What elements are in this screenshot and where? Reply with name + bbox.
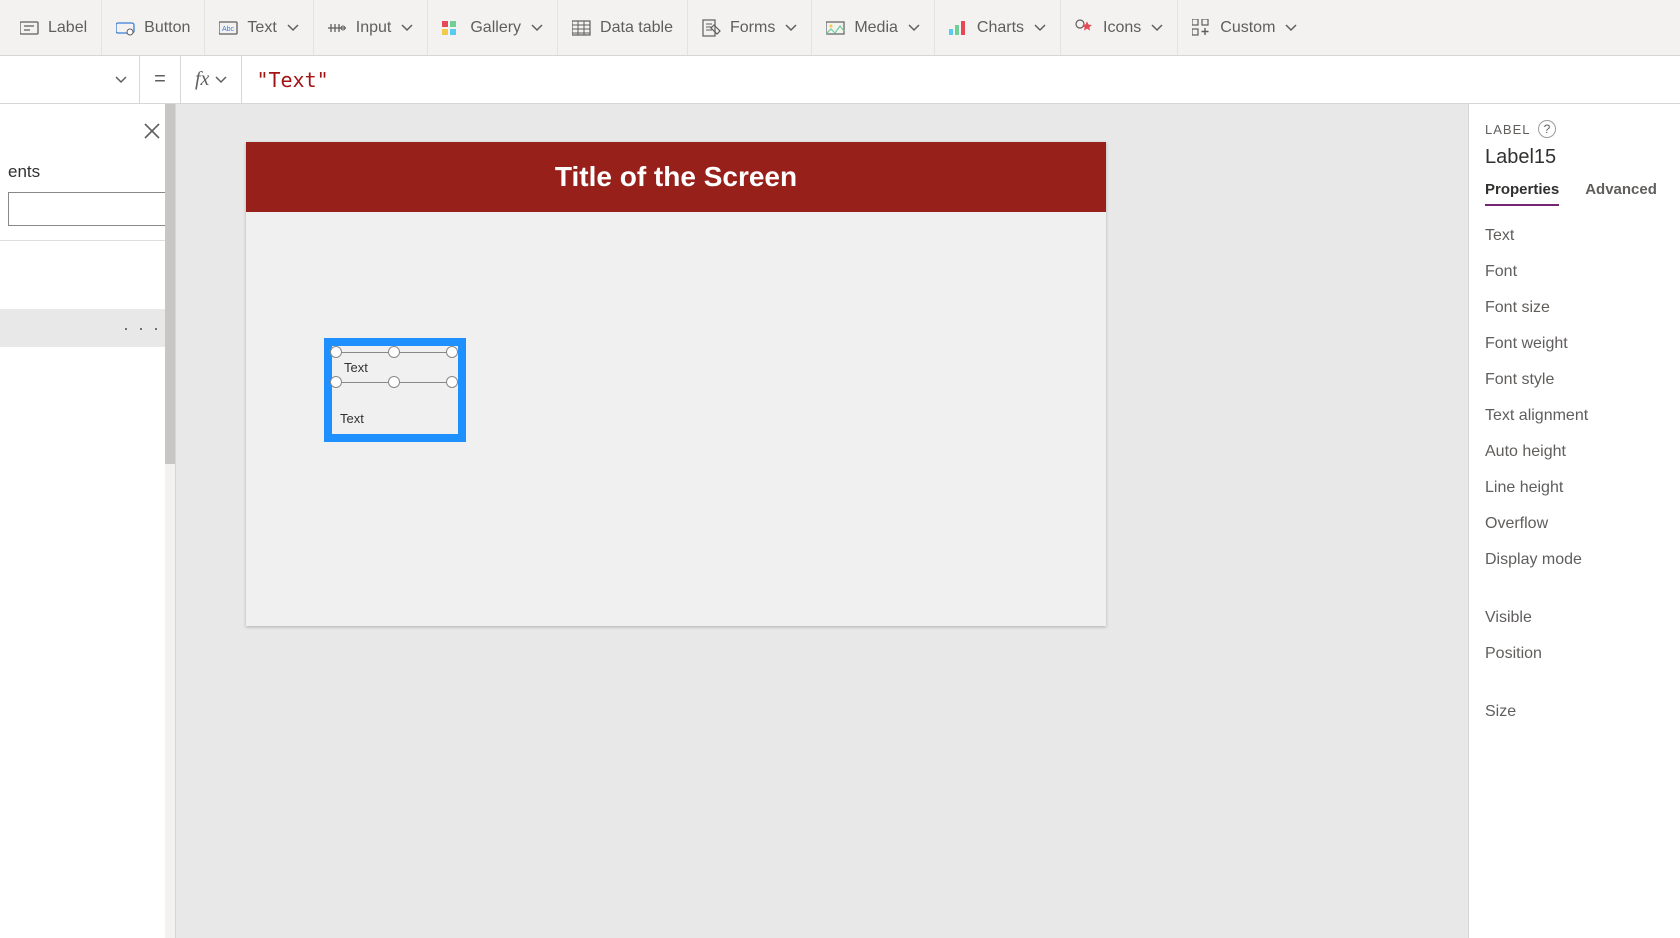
equals-sign: = xyxy=(140,68,180,91)
input-icon xyxy=(328,19,348,37)
icons-icon xyxy=(1075,19,1095,37)
resize-handle-ne[interactable] xyxy=(446,346,458,358)
label-icon xyxy=(20,19,40,37)
tb-label-text: Input xyxy=(356,19,392,37)
chevron-down-icon xyxy=(1034,22,1046,34)
inner-label-text: Text xyxy=(344,360,368,375)
prop-overflow[interactable]: Overflow xyxy=(1485,506,1680,542)
left-panel: ents · · · xyxy=(0,104,176,938)
control-type-row: LABEL ? xyxy=(1485,120,1680,138)
prop-size[interactable]: Size xyxy=(1485,694,1680,730)
insert-toolbar: Label Button Text Input Gallery Data tab… xyxy=(0,0,1680,56)
prop-display-mode[interactable]: Display mode xyxy=(1485,542,1680,578)
close-panel-button[interactable] xyxy=(143,122,161,145)
divider xyxy=(0,240,175,241)
resize-handle-nw[interactable] xyxy=(330,346,342,358)
canvas-area[interactable]: Title of the Screen Text Text xyxy=(176,104,1468,938)
button-icon xyxy=(116,19,136,37)
chevron-down-icon xyxy=(215,74,227,86)
prop-position[interactable]: Position xyxy=(1485,636,1680,672)
left-panel-search[interactable] xyxy=(8,192,167,226)
close-icon xyxy=(143,122,161,140)
chevron-down-icon xyxy=(785,22,797,34)
fx-button[interactable]: fx xyxy=(180,56,242,103)
prop-text-alignment[interactable]: Text alignment xyxy=(1485,398,1680,434)
tab-advanced[interactable]: Advanced xyxy=(1585,181,1657,206)
tb-label-text: Button xyxy=(144,19,190,37)
screen-title[interactable]: Title of the Screen xyxy=(246,142,1106,212)
prop-font-style[interactable]: Font style xyxy=(1485,362,1680,398)
resize-handle-sw[interactable] xyxy=(330,376,342,388)
prop-visible[interactable]: Visible xyxy=(1485,600,1680,636)
outer-label[interactable]: Text xyxy=(340,411,364,426)
tb-label-text: Media xyxy=(854,19,898,37)
toolbar-icons[interactable]: Icons xyxy=(1060,0,1177,55)
more-ellipsis[interactable]: · · · xyxy=(123,318,161,339)
toolbar-gallery[interactable]: Gallery xyxy=(427,0,557,55)
divider xyxy=(1485,672,1680,694)
charts-icon xyxy=(949,19,969,37)
tb-label-text: Text xyxy=(247,19,276,37)
chevron-down-icon xyxy=(531,22,543,34)
tb-label-text: Charts xyxy=(977,19,1024,37)
chevron-down-icon xyxy=(115,74,127,86)
tb-label-text: Icons xyxy=(1103,19,1141,37)
selected-label-control[interactable]: Text Text xyxy=(324,338,466,442)
chevron-down-icon xyxy=(287,22,299,34)
scrollbar-thumb[interactable] xyxy=(165,104,175,464)
control-name[interactable]: Label15 xyxy=(1485,146,1680,169)
tb-label-text: Forms xyxy=(730,19,775,37)
left-scrollbar[interactable] xyxy=(165,104,175,938)
toolbar-custom[interactable]: Custom xyxy=(1177,0,1311,55)
properties-panel: LABEL ? Label15 Properties Advanced Text… xyxy=(1468,104,1680,938)
prop-text[interactable]: Text xyxy=(1485,218,1680,254)
prop-line-height[interactable]: Line height xyxy=(1485,470,1680,506)
left-panel-title: ents xyxy=(0,104,175,192)
tree-selected-item[interactable]: · · · xyxy=(0,309,175,347)
tab-properties[interactable]: Properties xyxy=(1485,181,1559,206)
resize-handle-n[interactable] xyxy=(388,346,400,358)
resize-handle-se[interactable] xyxy=(446,376,458,388)
fx-label: fx xyxy=(195,68,209,91)
datatable-icon xyxy=(572,19,592,37)
gallery-icon xyxy=(442,19,462,37)
tb-label-text: Custom xyxy=(1220,19,1275,37)
forms-icon xyxy=(702,19,722,37)
toolbar-text[interactable]: Text xyxy=(204,0,312,55)
text-icon xyxy=(219,19,239,37)
toolbar-charts[interactable]: Charts xyxy=(934,0,1060,55)
chevron-down-icon xyxy=(1285,22,1297,34)
property-selector[interactable] xyxy=(0,56,140,103)
help-icon[interactable]: ? xyxy=(1538,120,1556,138)
formula-input[interactable]: "Text" xyxy=(242,68,1680,92)
outer-label-text: Text xyxy=(340,411,364,426)
custom-icon xyxy=(1192,19,1212,37)
toolbar-forms[interactable]: Forms xyxy=(687,0,811,55)
workspace: ents · · · Title of the Screen Text xyxy=(0,104,1680,938)
tb-label-text: Label xyxy=(48,19,87,37)
prop-font-size[interactable]: Font size xyxy=(1485,290,1680,326)
panel-tabs: Properties Advanced xyxy=(1485,181,1680,206)
chevron-down-icon xyxy=(401,22,413,34)
tb-label-text: Gallery xyxy=(470,19,521,37)
prop-font-weight[interactable]: Font weight xyxy=(1485,326,1680,362)
toolbar-button[interactable]: Button xyxy=(101,0,204,55)
divider xyxy=(1485,578,1680,600)
resize-handle-s[interactable] xyxy=(388,376,400,388)
formula-bar: = fx "Text" xyxy=(0,56,1680,104)
prop-auto-height[interactable]: Auto height xyxy=(1485,434,1680,470)
toolbar-media[interactable]: Media xyxy=(811,0,934,55)
chevron-down-icon xyxy=(908,22,920,34)
toolbar-datatable[interactable]: Data table xyxy=(557,0,687,55)
app-screen[interactable]: Title of the Screen Text Text xyxy=(246,142,1106,626)
toolbar-label[interactable]: Label xyxy=(6,0,101,55)
toolbar-input[interactable]: Input xyxy=(313,0,428,55)
chevron-down-icon xyxy=(1151,22,1163,34)
tb-label-text: Data table xyxy=(600,19,673,37)
media-icon xyxy=(826,19,846,37)
control-type-caption: LABEL xyxy=(1485,122,1530,137)
prop-font[interactable]: Font xyxy=(1485,254,1680,290)
